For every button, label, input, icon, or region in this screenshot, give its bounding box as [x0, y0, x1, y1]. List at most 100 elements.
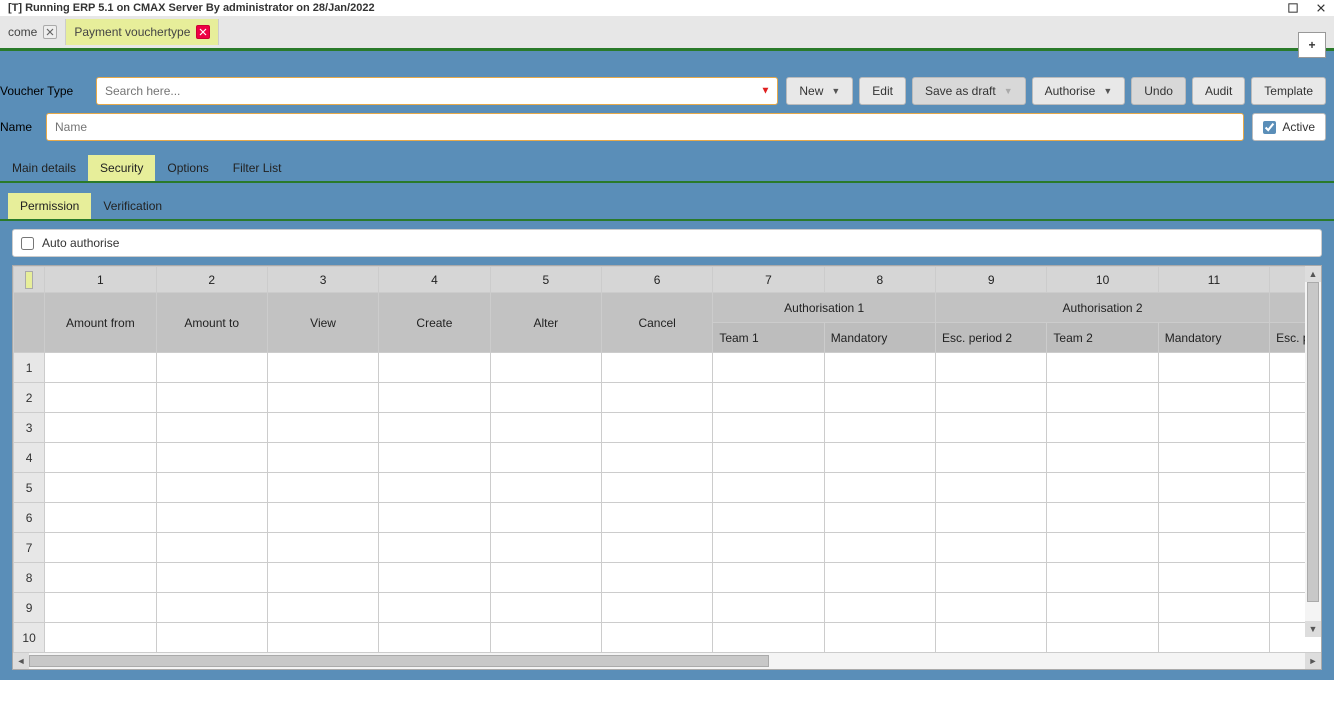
grid-cell[interactable] [379, 443, 490, 473]
grid-cell[interactable] [267, 623, 378, 653]
col-create[interactable]: Create [379, 293, 490, 353]
col-amount-from[interactable]: Amount from [45, 293, 156, 353]
grid-cell[interactable] [490, 443, 601, 473]
grid-cell[interactable] [45, 443, 156, 473]
row-num[interactable]: 2 [14, 383, 45, 413]
col-num[interactable]: 8 [824, 267, 935, 293]
grid-cell[interactable] [1047, 563, 1158, 593]
grid-cell[interactable] [1158, 563, 1269, 593]
col-num[interactable]: 6 [601, 267, 712, 293]
subtab-permission[interactable]: Permission [8, 193, 91, 219]
grid-cell[interactable] [45, 593, 156, 623]
grid-cell[interactable] [601, 353, 712, 383]
scroll-down-icon[interactable]: ▼ [1305, 621, 1321, 637]
grid-cell[interactable] [1158, 473, 1269, 503]
tab-filter-list[interactable]: Filter List [221, 155, 294, 181]
active-checkbox[interactable]: Active [1252, 113, 1326, 141]
col-num[interactable]: 11 [1158, 267, 1269, 293]
grid-cell[interactable] [490, 473, 601, 503]
grid-cell[interactable] [824, 533, 935, 563]
grid-cell[interactable] [490, 503, 601, 533]
grid-cell[interactable] [1158, 503, 1269, 533]
scroll-up-icon[interactable]: ▲ [1305, 266, 1321, 282]
grid-cell[interactable] [156, 413, 267, 443]
grid-cell[interactable] [45, 413, 156, 443]
grid-cell[interactable] [1047, 593, 1158, 623]
grid-cell[interactable] [267, 353, 378, 383]
grid-cell[interactable] [1158, 383, 1269, 413]
grid-cell[interactable] [713, 623, 824, 653]
grid-cell[interactable] [379, 503, 490, 533]
grid-cell[interactable] [824, 473, 935, 503]
tab-options[interactable]: Options [155, 155, 220, 181]
grid-cell[interactable] [45, 623, 156, 653]
grid-cell[interactable] [156, 503, 267, 533]
grid-cell[interactable] [490, 563, 601, 593]
grid-cell[interactable] [824, 593, 935, 623]
grid-cell[interactable] [601, 443, 712, 473]
grid-cell[interactable] [267, 473, 378, 503]
grid-cell[interactable] [936, 623, 1047, 653]
grid-cell[interactable] [379, 383, 490, 413]
grid-cell[interactable] [379, 353, 490, 383]
grid-cell[interactable] [601, 473, 712, 503]
grid-cell[interactable] [601, 383, 712, 413]
grid-cell[interactable] [713, 383, 824, 413]
row-num[interactable]: 7 [14, 533, 45, 563]
scroll-thumb[interactable] [29, 655, 769, 667]
row-num[interactable]: 4 [14, 443, 45, 473]
tab-main-details[interactable]: Main details [0, 155, 88, 181]
grid-cell[interactable] [45, 533, 156, 563]
grid-cell[interactable] [713, 503, 824, 533]
grid-cell[interactable] [490, 383, 601, 413]
col-amount-to[interactable]: Amount to [156, 293, 267, 353]
col-num[interactable]: 4 [379, 267, 490, 293]
grid-cell[interactable] [156, 443, 267, 473]
grid-cell[interactable] [1158, 593, 1269, 623]
row-num[interactable]: 9 [14, 593, 45, 623]
col-view[interactable]: View [267, 293, 378, 353]
grid-cell[interactable] [156, 353, 267, 383]
template-button[interactable]: Template [1251, 77, 1326, 105]
col-num[interactable]: 9 [936, 267, 1047, 293]
vertical-scrollbar[interactable]: ▲ ▼ [1305, 266, 1321, 637]
grid-cell[interactable] [379, 533, 490, 563]
auto-authorise-checkbox[interactable] [21, 237, 34, 250]
grid-cell[interactable] [156, 563, 267, 593]
grid-cell[interactable] [713, 353, 824, 383]
grid-cell[interactable] [824, 413, 935, 443]
grid-cell[interactable] [1158, 353, 1269, 383]
grid-cell[interactable] [45, 473, 156, 503]
grid-cell[interactable] [713, 473, 824, 503]
grid-cell[interactable] [1158, 443, 1269, 473]
grid-cell[interactable] [936, 503, 1047, 533]
horizontal-scrollbar[interactable]: ◄ ► [13, 653, 1321, 669]
grid-cell[interactable] [379, 563, 490, 593]
row-num[interactable]: 1 [14, 353, 45, 383]
grid-cell[interactable] [936, 353, 1047, 383]
grid-cell[interactable] [824, 503, 935, 533]
grid-cell[interactable] [379, 473, 490, 503]
grid-cell[interactable] [824, 443, 935, 473]
col-alter[interactable]: Alter [490, 293, 601, 353]
edit-button[interactable]: Edit [859, 77, 906, 105]
scroll-left-icon[interactable]: ◄ [13, 653, 29, 669]
grid-cell[interactable] [824, 383, 935, 413]
col-mandatory1[interactable]: Mandatory [824, 323, 935, 353]
grid-cell[interactable] [1047, 353, 1158, 383]
grid-cell[interactable] [713, 563, 824, 593]
grid-cell[interactable] [936, 443, 1047, 473]
grid-cell[interactable] [713, 413, 824, 443]
row-num[interactable]: 10 [14, 623, 45, 653]
scroll-right-icon[interactable]: ► [1305, 653, 1321, 669]
grid-cell[interactable] [824, 353, 935, 383]
grid-cell[interactable] [490, 623, 601, 653]
active-checkbox-input[interactable] [1263, 121, 1276, 134]
col-esc2[interactable]: Esc. period 2 [936, 323, 1047, 353]
col-num[interactable]: 3 [267, 267, 378, 293]
grid-cell[interactable] [713, 443, 824, 473]
grid-corner[interactable] [14, 267, 45, 293]
col-auth2[interactable]: Authorisation 2 [936, 293, 1270, 323]
add-tab-button[interactable]: + [1298, 32, 1326, 58]
grid-cell[interactable] [45, 353, 156, 383]
